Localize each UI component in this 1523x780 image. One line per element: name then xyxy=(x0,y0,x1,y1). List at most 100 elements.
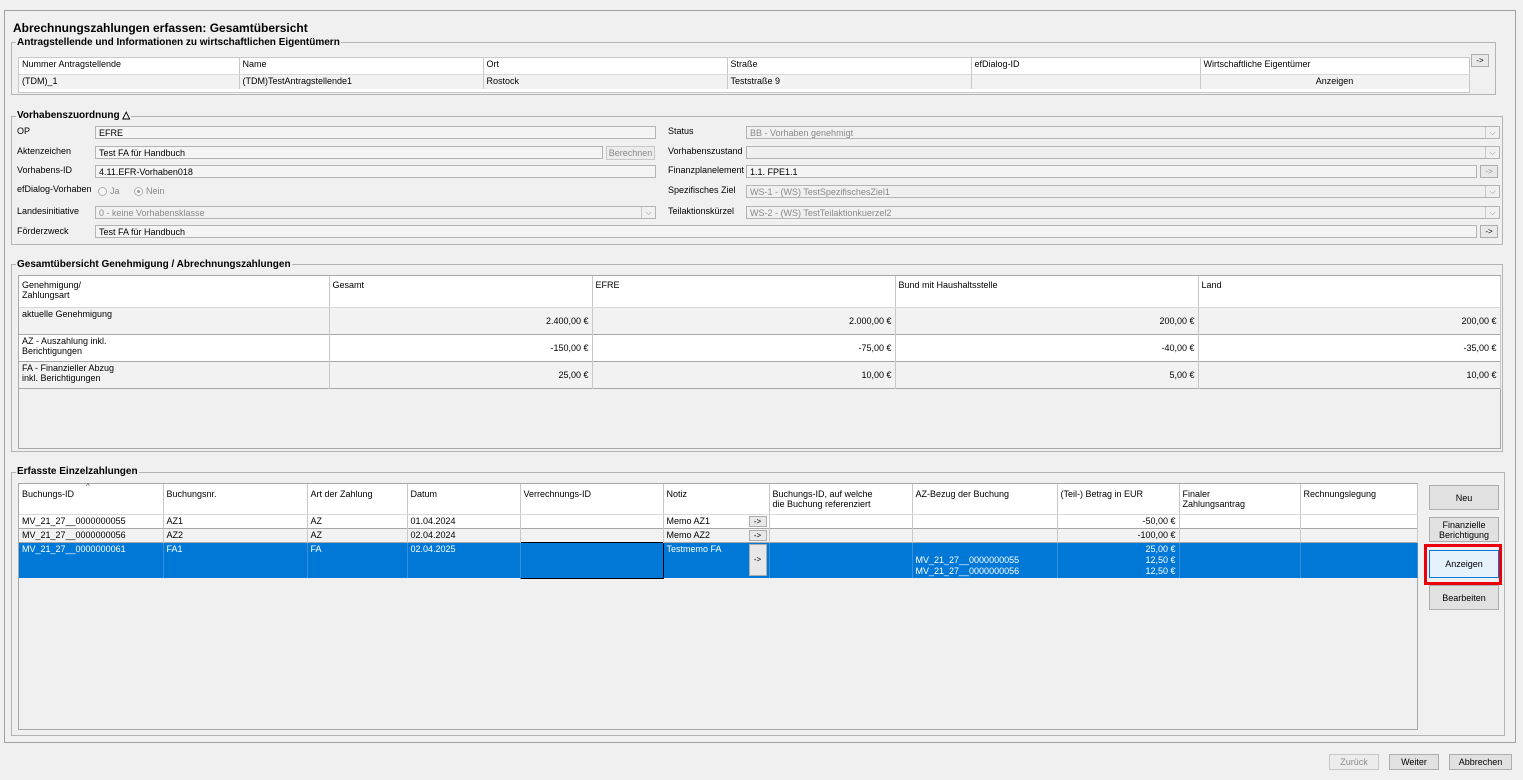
foerderzweck-field[interactable]: Test FA für Handbuch xyxy=(95,225,1477,238)
cancel-button[interactable]: Abbrechen xyxy=(1449,754,1512,770)
notiz-nav-button[interactable]: -> xyxy=(748,515,767,527)
finanzplan-field[interactable]: 1.1. FPE1.1 xyxy=(746,165,1477,178)
berichtigung-button[interactable]: Finanzielle Berichtigung xyxy=(1429,517,1499,542)
col-header-final[interactable]: Finaler Zahlungsantrag xyxy=(1179,484,1301,515)
berechnen-button[interactable]: Berechnen xyxy=(606,146,655,160)
cell-verrechnungs-id xyxy=(520,528,664,542)
table-row-selected[interactable]: MV_21_27__0000000061 FA1 FA 02.04.2025 T… xyxy=(19,541,1418,579)
cell-buchungsnr: AZ2 xyxy=(163,528,308,542)
cell-datum: 01.04.2024 xyxy=(407,514,521,528)
overview-cell-bund: 5,00 € xyxy=(895,361,1199,388)
col-header-datum[interactable]: Datum xyxy=(407,484,521,515)
cell-referenz xyxy=(769,514,913,528)
status-label: Status xyxy=(668,126,694,136)
overview-cell-gesamt: 2.400,00 € xyxy=(329,307,593,334)
aktenzeichen-label: Aktenzeichen xyxy=(17,146,72,156)
radio-ja[interactable]: Ja xyxy=(98,186,120,197)
window-title: Abrechnungszahlungen erfassen: Gesamtübe… xyxy=(12,21,309,35)
cell-buchungs-id: MV_21_27__0000000056 xyxy=(19,528,164,542)
table-row[interactable]: MV_21_27__0000000056 AZ2 AZ 02.04.2024 M… xyxy=(19,528,1418,542)
col-header-referenz[interactable]: Buchungs-ID, auf welche die Buchung refe… xyxy=(769,484,913,515)
applicant-nav-button[interactable]: -> xyxy=(1471,54,1489,67)
anzeigen-button[interactable]: Anzeigen xyxy=(1429,550,1499,578)
finanzplan-nav-button[interactable]: -> xyxy=(1480,165,1498,178)
cell-notiz: Testmemo FA -> xyxy=(663,542,770,578)
table-row[interactable]: AZ - Auszahlung inkl. Berichtigungen -15… xyxy=(19,334,1501,361)
col-header-nummer[interactable]: Nummer Antragstellende xyxy=(19,58,240,75)
foerderzweck-nav-button[interactable]: -> xyxy=(1480,225,1498,238)
col-header-verrechnungs-id[interactable]: Verrechnungs-ID xyxy=(520,484,664,515)
col-header-ort[interactable]: Ort xyxy=(483,58,728,75)
applicant-name: (TDM)TestAntragstellende1 xyxy=(239,74,484,89)
foerderzweck-label: Förderzweck xyxy=(17,226,69,236)
col-header-betrag[interactable]: (Teil-) Betrag in EUR xyxy=(1057,484,1180,515)
neu-button[interactable]: Neu xyxy=(1429,485,1499,510)
chevron-down-icon: ⌵ xyxy=(1485,147,1499,158)
cell-buchungsnr: AZ1 xyxy=(163,514,308,528)
notiz-nav-button[interactable]: -> xyxy=(748,529,767,541)
cell-rechnung xyxy=(1300,528,1418,542)
applicant-efdialog-id xyxy=(971,74,1201,89)
cell-final xyxy=(1179,542,1301,578)
table-row[interactable]: (TDM)_1 (TDM)TestAntragstellende1 Rostoc… xyxy=(19,74,1470,89)
teilaktion-label: Teilaktionskürzel xyxy=(668,206,735,216)
col-header-strasse[interactable]: Straße xyxy=(727,58,972,75)
cell-az-bezug: MV_21_27__0000000055 MV_21_27__0000000056 xyxy=(912,542,1058,578)
overview-cell-efre: 2.000,00 € xyxy=(592,307,896,334)
col-header-owners[interactable]: Wirtschaftliche Eigentümer xyxy=(1200,58,1470,75)
overview-cell-gesamt: -150,00 € xyxy=(329,334,593,361)
applicant-nummer: (TDM)_1 xyxy=(19,74,240,89)
col-header-buchungsnr[interactable]: Buchungsnr. xyxy=(163,484,308,515)
overview-row-label: AZ - Auszahlung inkl. Berichtigungen xyxy=(19,334,330,361)
col-header-gesamt[interactable]: Gesamt xyxy=(329,276,593,308)
cell-notiz: Memo AZ1 -> xyxy=(663,514,770,528)
back-button[interactable]: Zurück xyxy=(1329,754,1379,770)
bearbeiten-button[interactable]: Bearbeiten xyxy=(1429,585,1499,610)
owners-show-button[interactable]: Anzeigen xyxy=(1200,74,1470,89)
col-header-rechnung[interactable]: Rechnungslegung xyxy=(1300,484,1418,515)
cell-rechnung xyxy=(1300,514,1418,528)
col-header-notiz[interactable]: Notiz xyxy=(663,484,770,515)
cell-betrag: -50,00 € xyxy=(1057,514,1180,528)
col-header-bund[interactable]: Bund mit Haushaltsstelle xyxy=(895,276,1199,308)
col-header-name[interactable]: Name xyxy=(239,58,484,75)
col-header-art[interactable]: Art der Zahlung xyxy=(307,484,408,515)
cell-buchungsnr: FA1 xyxy=(163,542,308,578)
zustand-label: Vorhabenszustand xyxy=(668,146,743,156)
col-header-efdialog-id[interactable]: efDialog-ID xyxy=(971,58,1201,75)
col-header-land[interactable]: Land xyxy=(1198,276,1501,308)
cell-buchungs-id: MV_21_27__0000000061 xyxy=(19,542,164,578)
vorhabens-id-field[interactable]: 4.11.EFR-Vorhaben018 xyxy=(95,165,656,178)
teilaktion-select[interactable]: WS-2 - (WS) TestTeilaktionkuerzel2 ⌵ xyxy=(746,206,1500,219)
table-row[interactable]: FA - Finanzieller Abzug inkl. Berichtigu… xyxy=(19,361,1501,388)
overview-cell-gesamt: 25,00 € xyxy=(329,361,593,388)
cell-buchungs-id: MV_21_27__0000000055 xyxy=(19,514,164,528)
notiz-nav-button[interactable]: -> xyxy=(748,543,767,576)
col-header-az-bezug[interactable]: AZ-Bezug der Buchung xyxy=(912,484,1058,515)
overview-cell-land: 10,00 € xyxy=(1198,361,1501,388)
aktenzeichen-field[interactable]: Test FA für Handbuch xyxy=(95,146,603,159)
chevron-down-icon: ⌵ xyxy=(1485,186,1499,197)
next-button[interactable]: Weiter xyxy=(1389,754,1439,770)
status-select[interactable]: BB - Vorhaben genehmigt ⌵ xyxy=(746,126,1500,139)
overview-cell-efre: 10,00 € xyxy=(592,361,896,388)
cell-art: AZ xyxy=(307,514,408,528)
col-header-buchungs-id[interactable]: Buchungs-ID xyxy=(19,484,164,515)
radio-nein[interactable]: Nein xyxy=(134,186,165,197)
cell-verrechnungs-id[interactable] xyxy=(519,541,664,579)
cell-az-bezug xyxy=(912,528,1058,542)
cell-art: FA xyxy=(307,542,408,578)
col-header-genehmigung[interactable]: Genehmigung/ Zahlungsart xyxy=(19,276,330,308)
cell-referenz xyxy=(769,528,913,542)
ziel-select[interactable]: WS-1 - (WS) TestSpezifischesZiel1 ⌵ xyxy=(746,185,1500,198)
cell-final xyxy=(1179,514,1301,528)
table-row[interactable]: MV_21_27__0000000055 AZ1 AZ 01.04.2024 M… xyxy=(19,514,1418,528)
chevron-down-icon: ⌵ xyxy=(1485,207,1499,218)
zustand-select[interactable]: ⌵ xyxy=(746,146,1500,159)
op-field[interactable]: EFRE xyxy=(95,126,656,139)
sort-ascending-icon: ^ xyxy=(86,482,90,491)
col-header-efre[interactable]: EFRE xyxy=(592,276,896,308)
landesinitiative-select[interactable]: 0 - keine Vorhabensklasse ⌵ xyxy=(95,206,656,219)
applicant-ort: Rostock xyxy=(483,74,728,89)
table-row[interactable]: aktuelle Genehmigung 2.400,00 € 2.000,00… xyxy=(19,307,1501,334)
